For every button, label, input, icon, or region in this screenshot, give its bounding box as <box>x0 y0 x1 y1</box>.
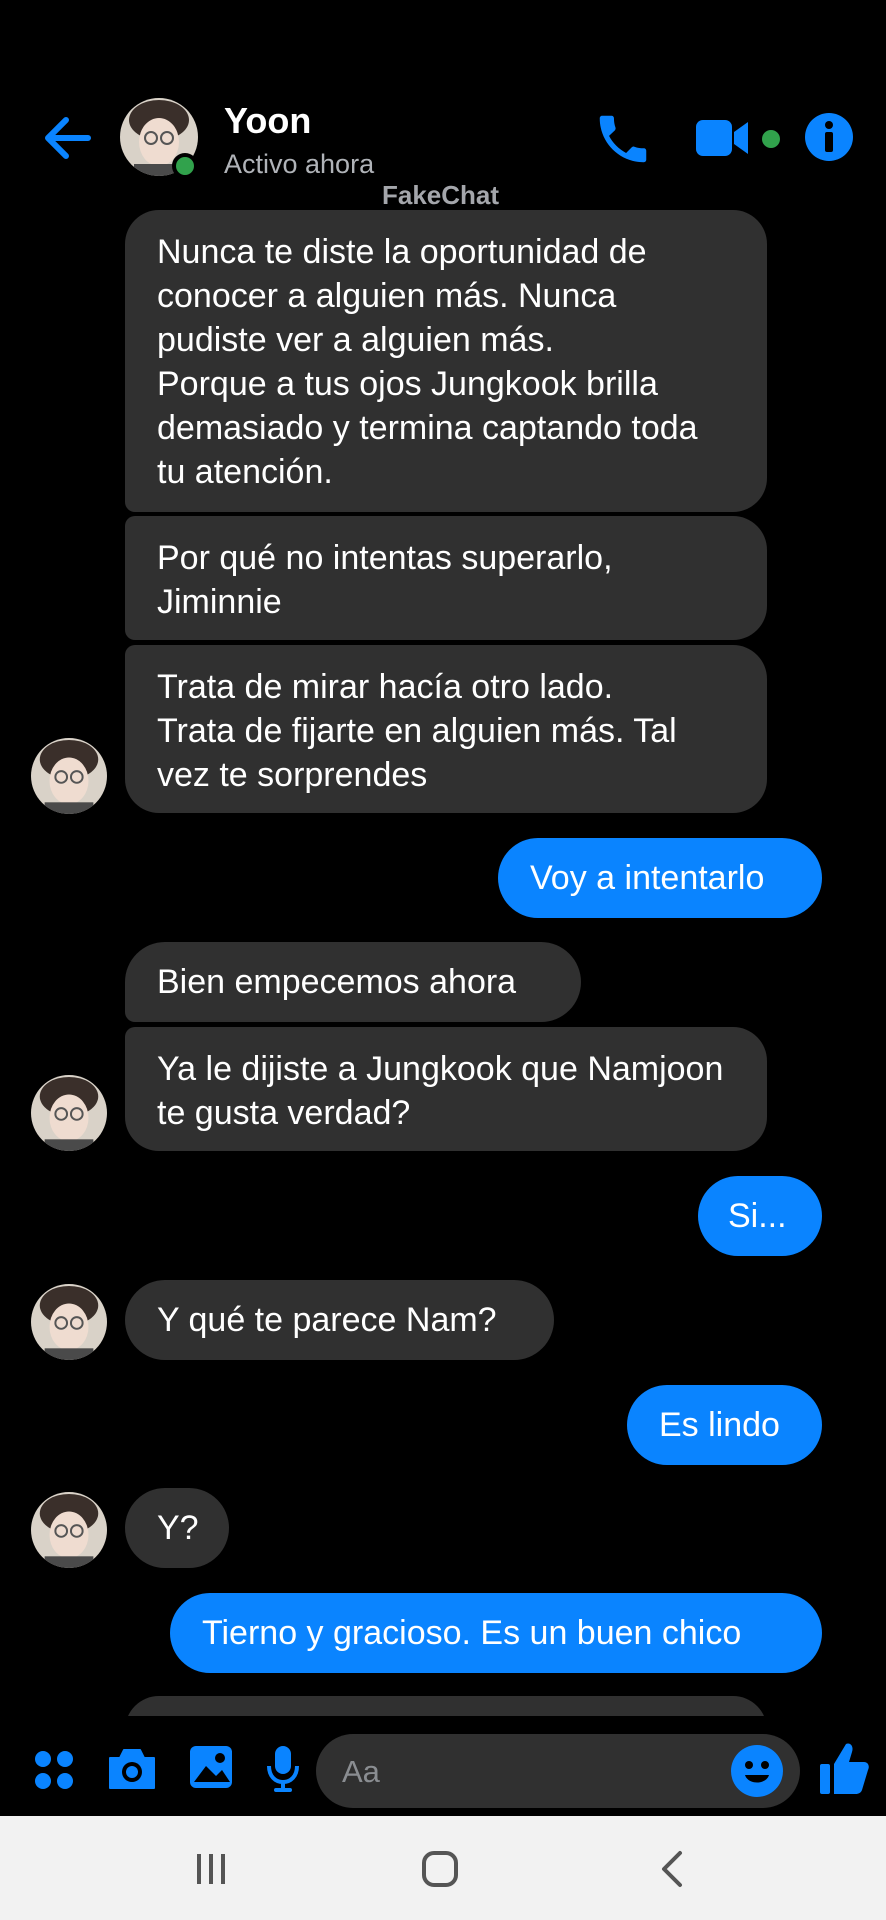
message-input-placeholder: Aa <box>342 1754 380 1789</box>
apps-icon[interactable] <box>32 1748 76 1792</box>
incoming-message[interactable]: Trata de mirar hacía otro lado. Trata de… <box>125 645 767 813</box>
chat-header <box>0 0 886 205</box>
online-status-dot <box>172 153 198 179</box>
active-call-dot <box>762 130 780 148</box>
avatar[interactable] <box>31 1075 107 1151</box>
contact-status: Activo ahora <box>224 149 375 179</box>
watermark: FakeChat <box>382 180 500 210</box>
incoming-message[interactable]: Ya le dijiste a Jungkook que Namjoon te … <box>125 1027 767 1151</box>
outgoing-message[interactable]: Voy a intentarlo <box>498 838 822 918</box>
image-icon[interactable] <box>188 1744 234 1790</box>
incoming-message[interactable]: Bien empecemos ahora <box>125 942 581 1022</box>
outgoing-message[interactable]: Tierno y gracioso. Es un buen chico <box>170 1593 822 1673</box>
microphone-icon[interactable] <box>266 1744 300 1794</box>
outgoing-message[interactable]: Si... <box>698 1176 822 1256</box>
contact-name[interactable]: Yoon <box>224 100 311 142</box>
avatar[interactable] <box>31 1284 107 1360</box>
outgoing-message[interactable]: Es lindo <box>627 1385 822 1465</box>
thumbs-up-icon[interactable] <box>818 1740 870 1796</box>
recent-apps-icon[interactable] <box>193 1852 229 1886</box>
home-icon[interactable] <box>421 1850 459 1888</box>
incoming-message[interactable]: Nunca te diste la oportunidad de conocer… <box>125 210 767 512</box>
back-arrow-icon[interactable] <box>40 110 96 166</box>
avatar[interactable] <box>31 1492 107 1568</box>
back-icon[interactable] <box>658 1850 686 1888</box>
phone-icon[interactable] <box>592 108 654 170</box>
avatar[interactable] <box>31 738 107 814</box>
info-icon[interactable] <box>804 112 854 162</box>
emoji-icon[interactable] <box>730 1744 784 1798</box>
message-input[interactable] <box>316 1734 800 1808</box>
incoming-message[interactable]: Y qué te parece Nam? <box>125 1280 554 1360</box>
video-camera-icon[interactable] <box>694 116 752 160</box>
camera-icon[interactable] <box>106 1744 158 1792</box>
incoming-message[interactable]: Y? <box>125 1488 229 1568</box>
incoming-message[interactable]: Por qué no intentas superarlo, Jiminnie <box>125 516 767 640</box>
